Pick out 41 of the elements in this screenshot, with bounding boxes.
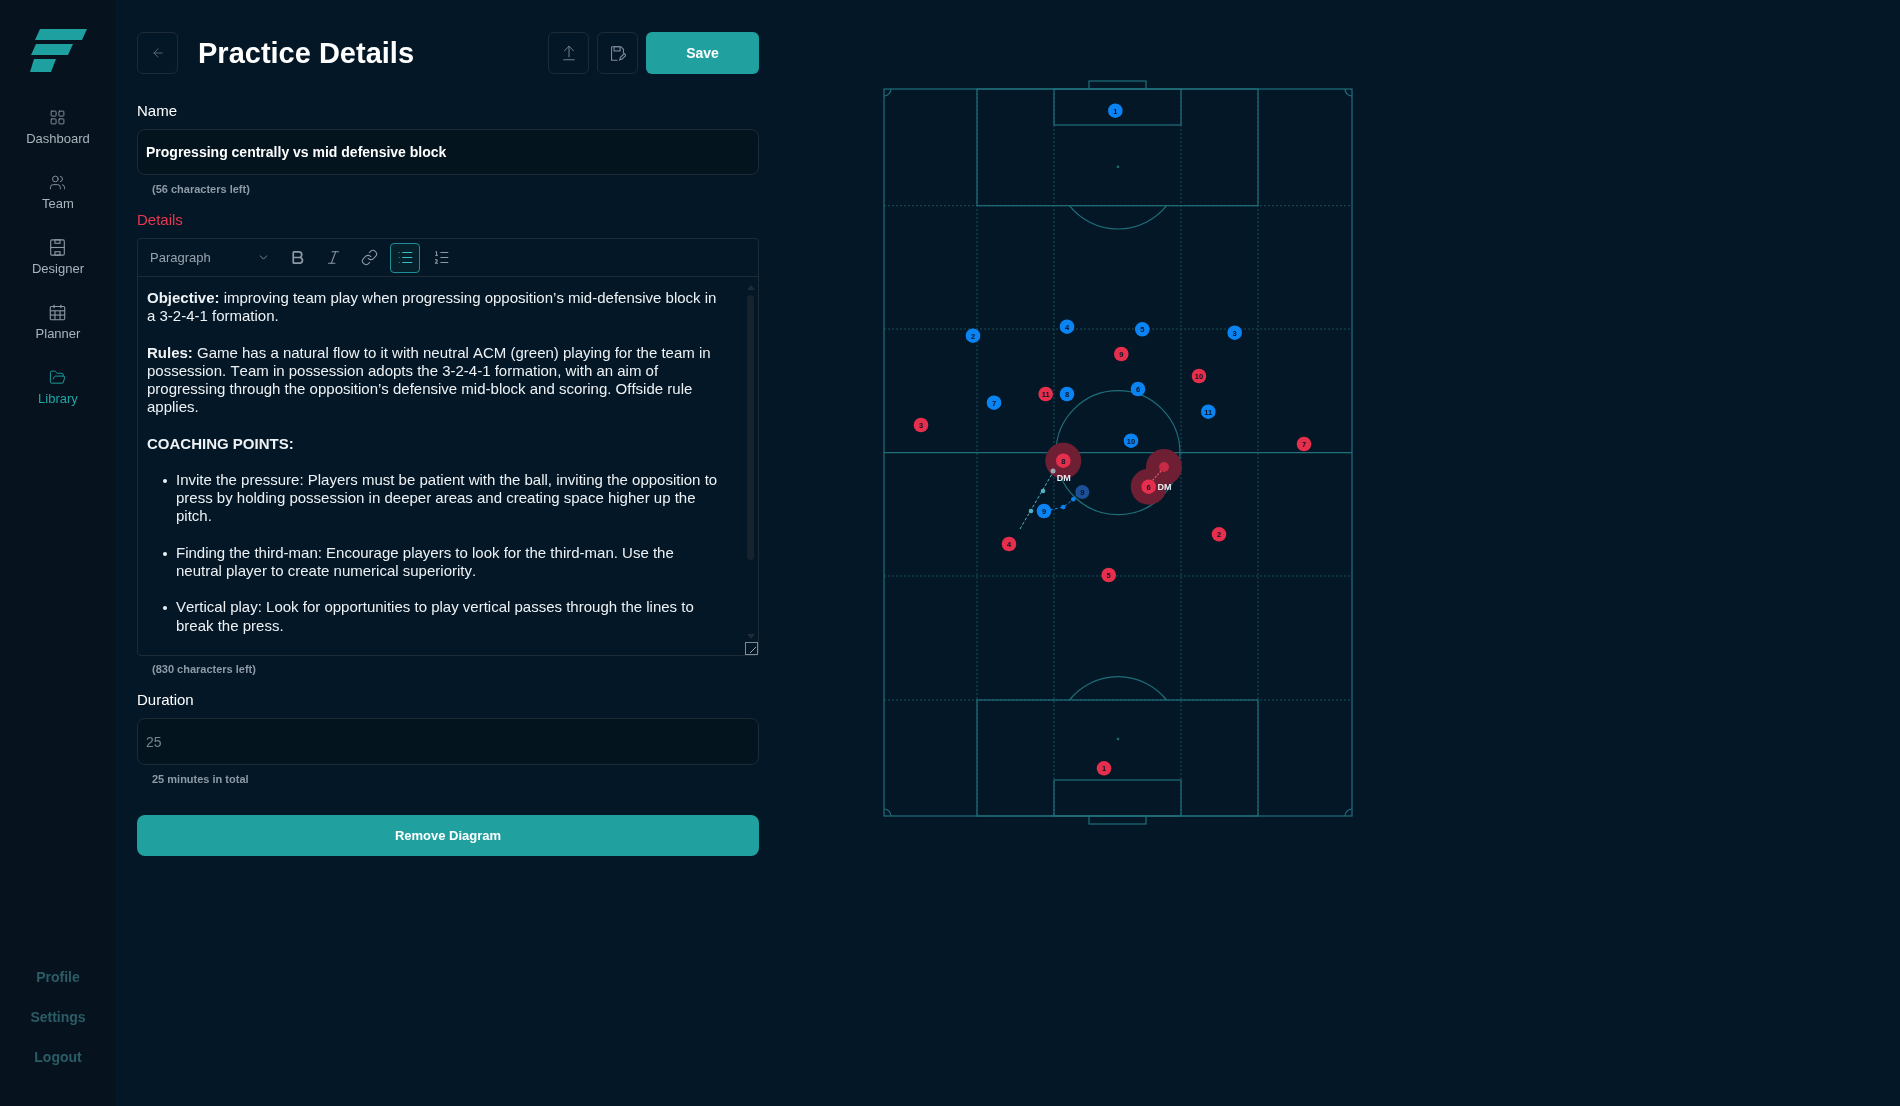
bullet-icon [163, 479, 167, 483]
field-label: Name [137, 101, 178, 121]
character-count: (830 characters left) [151, 662, 257, 676]
editor-heading: COACHING POINTS: [147, 434, 295, 453]
bullet-item: Finding the third-man: Encourage players to look for the third-man. Use the neutral player to create numerical superiority. [176, 543, 675, 581]
folder-icon [49, 368, 67, 386]
role-label: DM [1157, 482, 1172, 492]
pitch-icon [49, 238, 67, 256]
sidebar-nav-item[interactable]: Team [42, 173, 74, 212]
back-arrow-icon [150, 46, 165, 60]
character-count: (56 characters left) [151, 182, 251, 196]
sidebar-nav-item[interactable]: Library [38, 368, 78, 407]
app-logo[interactable] [29, 29, 87, 72]
name-input[interactable]: Progressing centrally vs mid defensive block [137, 129, 759, 175]
floppy-pencil-icon [609, 44, 626, 62]
sidebar-nav-item[interactable]: Planner [35, 303, 81, 342]
grid-icon [49, 108, 67, 126]
block-type-select[interactable]: Paragraph [150, 247, 276, 268]
editor-paragraph: Objective: improving team play when progressing opposition’s mid-defensive block in a 3-2-4-1 formation. [147, 289, 718, 326]
role-label: DM [1056, 473, 1071, 483]
sidebar-nav-item[interactable]: Designer [31, 238, 84, 277]
bullet-icon [163, 606, 167, 611]
field-label: Details [137, 210, 184, 230]
duration-summary: 25 minutes in total [151, 772, 250, 786]
bullet-list-icon [396, 249, 414, 266]
field-label: Duration [137, 690, 195, 710]
people-icon [49, 173, 67, 191]
bullet-icon [163, 551, 167, 556]
link-icon [360, 249, 378, 266]
save-draft-button[interactable] [597, 32, 638, 74]
bullet-list-button[interactable] [390, 242, 420, 273]
resize-handle-icon [745, 642, 758, 655]
editor-paragraph: Rules: Game has a natural flow to it with neutral ACM (green) playing for the team in possession. Team in possession adopts the 3-2-4-1 formation, with an aim of progressing through the opposition’s defensive mid-block and scoring. Offside rule applies. [147, 343, 712, 417]
bullet-item: Invite the pressure: Players must be patient with the ball, inviting the opposition to press by holding possession in deeper areas and creating space higher up the pitch. [176, 471, 719, 526]
duration-input[interactable]: 25 [137, 718, 759, 765]
bullet-item: Vertical play: Look for opportunities to play vertical passes through the lines to break the press. [176, 598, 695, 635]
calendar-icon [49, 303, 67, 321]
movement-path [1151, 470, 1162, 482]
sidebar-nav-item[interactable]: Dashboard [26, 108, 90, 147]
numbered-list-icon [432, 249, 450, 266]
page-title: Practice Details [198, 36, 414, 70]
